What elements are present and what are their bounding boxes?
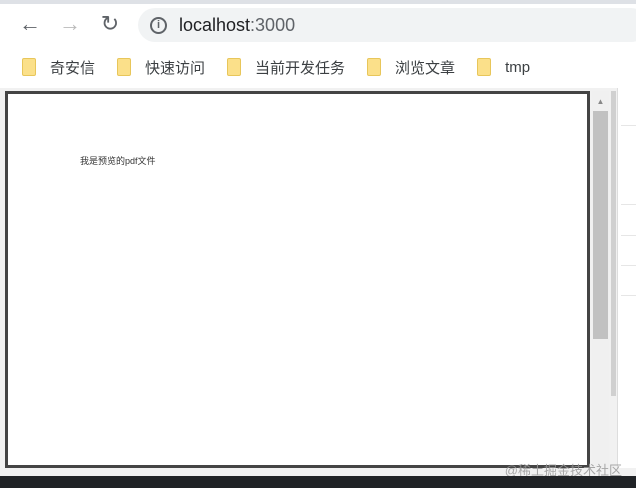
reload-icon: ↻	[100, 11, 120, 36]
scrollbar-thumb[interactable]	[593, 111, 608, 339]
pdf-text: 我是预览的pdf文件	[80, 156, 156, 166]
address-bar[interactable]: i localhost:3000	[138, 8, 636, 42]
forward-button[interactable]: →	[56, 10, 84, 38]
bookmark-folder[interactable]: tmp	[477, 58, 530, 76]
divider	[621, 125, 636, 126]
pdf-preview-frame: 我是预览的pdf文件	[5, 91, 590, 468]
bookmark-label: tmp	[505, 58, 531, 76]
bookmark-label: 奇安信	[50, 59, 96, 77]
reload-button[interactable]: ↻	[96, 10, 124, 38]
divider	[621, 295, 636, 296]
bookmark-label: 当前开发任务	[255, 59, 346, 77]
divider	[621, 204, 636, 205]
folder-icon	[117, 58, 132, 76]
folder-icon	[227, 58, 242, 76]
bookmark-folder[interactable]: 快速访问	[117, 57, 205, 78]
bookmark-label: 浏览文章	[395, 59, 456, 77]
page-scrollbar-thumb[interactable]	[611, 91, 616, 396]
bookmark-folder[interactable]: 奇安信	[22, 57, 95, 78]
back-button[interactable]: ←	[16, 10, 44, 38]
bookmark-folder[interactable]: 当前开发任务	[227, 57, 345, 78]
taskbar	[0, 476, 636, 488]
divider	[621, 265, 636, 266]
info-icon[interactable]: i	[150, 16, 167, 34]
folder-icon	[477, 58, 492, 76]
url-port: :3000	[250, 14, 296, 35]
url-text[interactable]: localhost:3000	[179, 15, 295, 36]
url-host: localhost	[179, 14, 251, 35]
arrow-right-icon: →	[59, 11, 81, 36]
folder-icon	[22, 58, 36, 76]
arrow-left-icon: ←	[19, 11, 41, 36]
tab-strip-edge	[0, 0, 636, 4]
page-content: 我是预览的pdf文件 ▲	[0, 88, 636, 476]
folder-icon	[367, 58, 382, 76]
side-panel	[617, 88, 636, 468]
bookmark-label: 快速访问	[145, 59, 206, 77]
divider	[621, 235, 636, 236]
bookmark-folder[interactable]: 浏览文章	[367, 57, 455, 78]
bookmarks-bar: 奇安信 快速访问 当前开发任务 浏览文章 tmp	[0, 50, 636, 84]
scroll-up-icon[interactable]: ▲	[592, 91, 609, 111]
frame-scrollbar[interactable]: ▲	[592, 91, 609, 468]
